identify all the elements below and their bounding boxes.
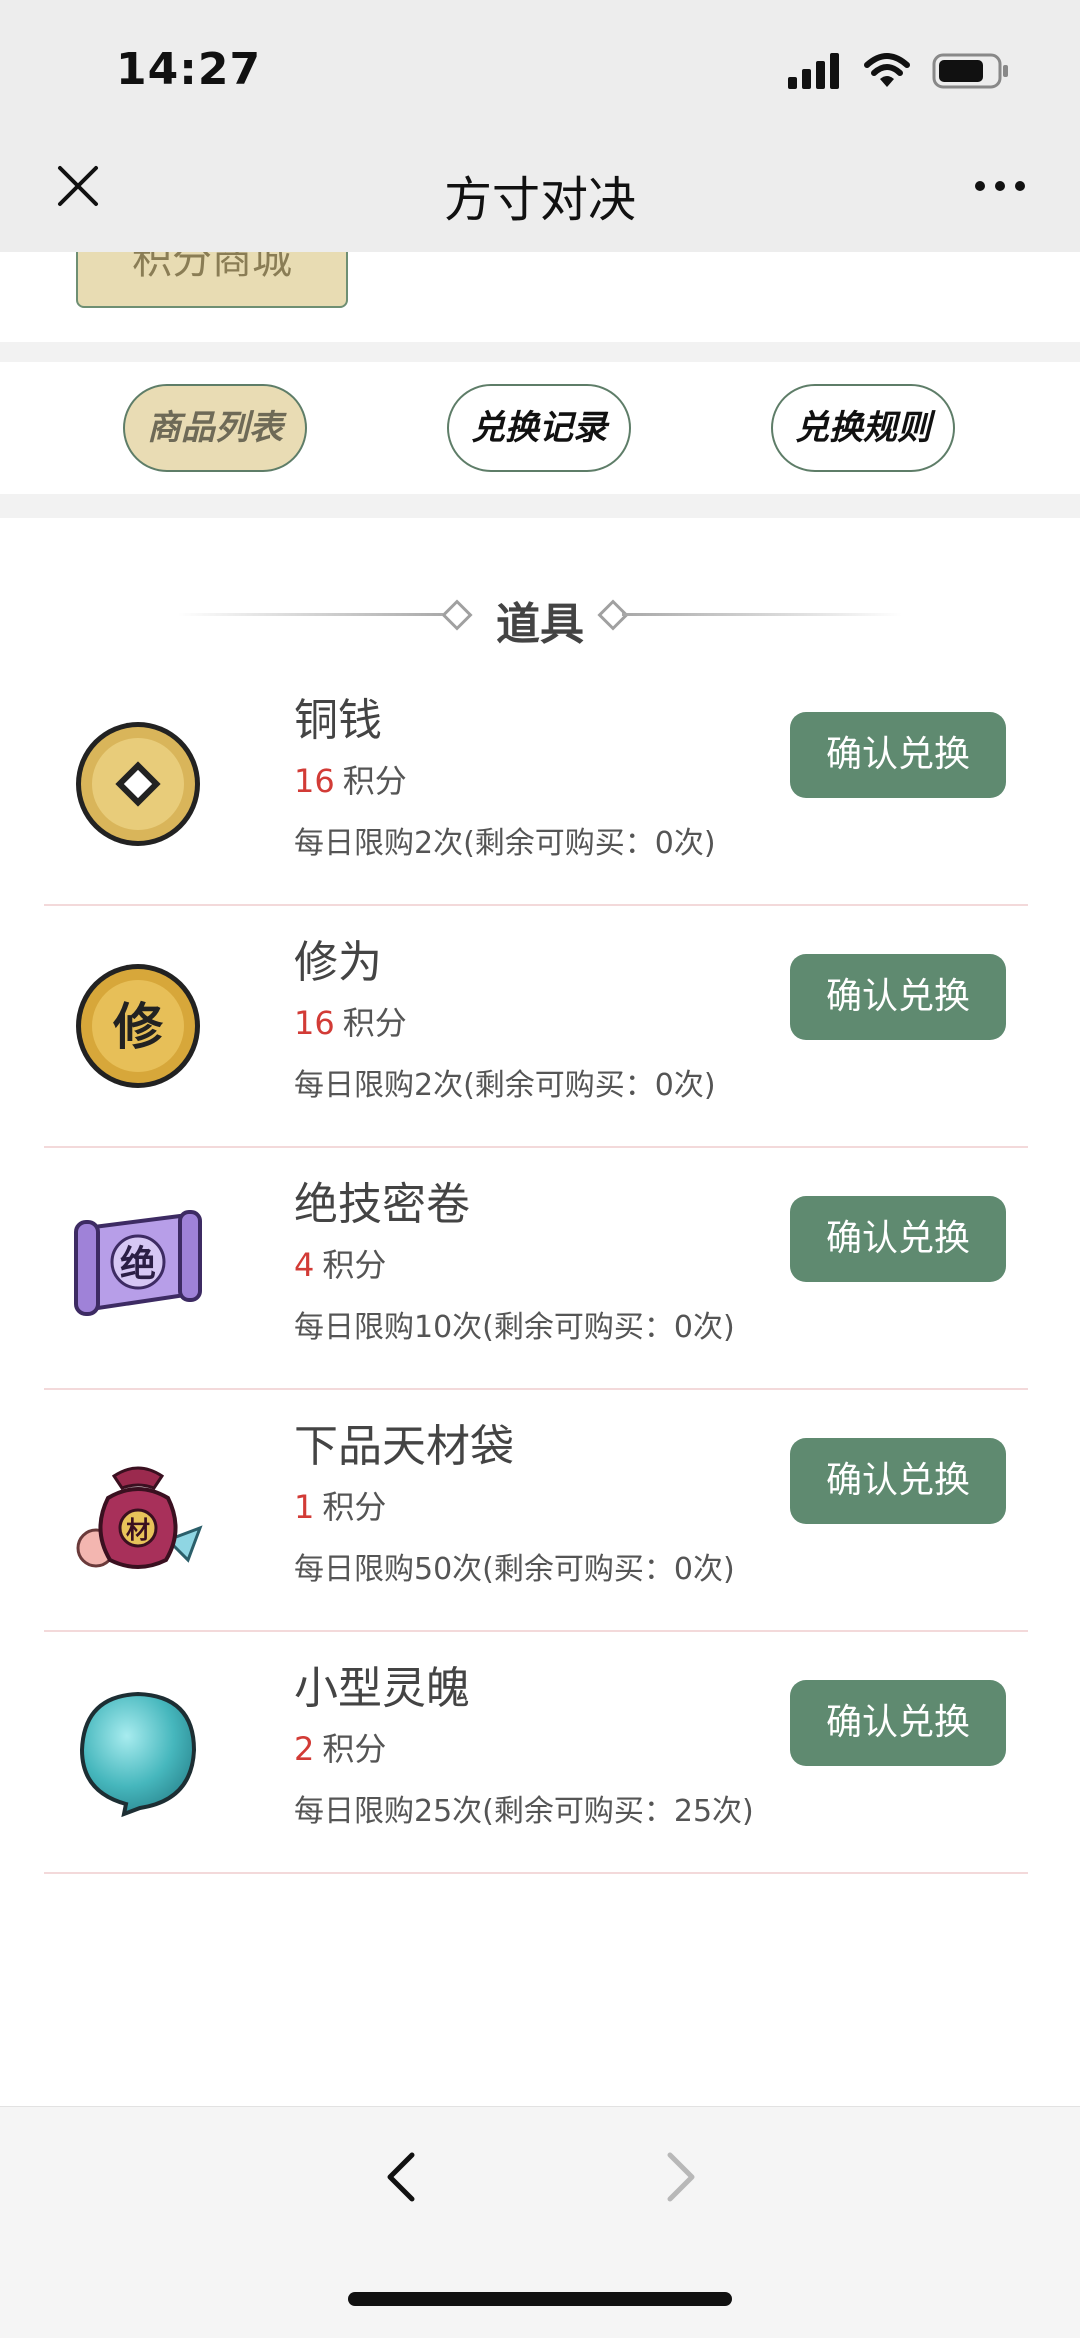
item-name: 修为: [294, 937, 382, 988]
points-unit: 积分: [322, 1730, 387, 1768]
wifi-icon: [864, 53, 910, 87]
points-value: 16: [294, 762, 335, 800]
item-points: 16 积分: [294, 756, 407, 802]
purchase-limit: 每日限购2次(剩余可购买：0次): [294, 826, 716, 861]
item-points: 2 积分: [294, 1724, 386, 1770]
page-title: 方寸对决: [443, 172, 636, 228]
points-unit: 积分: [322, 1488, 387, 1526]
copper-coin-icon: [76, 722, 200, 846]
svg-text:修: 修: [113, 998, 164, 1056]
points-unit: 积分: [322, 1246, 387, 1284]
purchase-limit: 每日限购10次(剩余可购买：0次): [294, 1310, 735, 1345]
item-points: 16 积分: [294, 998, 407, 1044]
tab-exchange-rules[interactable]: 兑换规则: [771, 384, 955, 472]
divider: [0, 494, 1080, 518]
purchase-limit: 每日限购25次(剩余可购买：25次): [294, 1794, 754, 1829]
points-value: 1: [294, 1488, 315, 1526]
item-list: 铜钱 16 积分 每日限购2次(剩余可购买：0次) 确认兑换 修 修为 16 积分 …: [44, 664, 1028, 1874]
points-value: 2: [294, 1730, 315, 1768]
svg-text:材: 材: [126, 1516, 150, 1544]
item-name: 铜钱: [294, 695, 382, 746]
item-name: 小型灵魄: [294, 1663, 470, 1714]
tab-exchange-history[interactable]: 兑换记录: [447, 384, 631, 472]
item-points: 1 积分: [294, 1482, 386, 1528]
points-unit: 积分: [342, 762, 407, 800]
confirm-exchange-button[interactable]: 确认兑换: [790, 712, 1006, 798]
divider: [0, 342, 1080, 362]
scroll-icon: 绝: [74, 1210, 202, 1316]
status-icons: [788, 48, 1010, 94]
section-line-right: [622, 613, 902, 616]
confirm-exchange-button[interactable]: 确认兑换: [790, 1680, 1006, 1766]
signal-icon: [788, 53, 839, 89]
more-options-icon[interactable]: [972, 176, 1028, 196]
item-points: 4 积分: [294, 1240, 386, 1286]
cultivation-coin-icon: 修: [76, 964, 200, 1088]
material-bag-icon: 材: [76, 1466, 203, 1569]
section-header: 道具: [0, 580, 1080, 650]
points-mall-button[interactable]: 积分商城: [76, 252, 348, 308]
banner-area: 积分商城: [0, 252, 1080, 342]
svg-text:绝: 绝: [120, 1243, 156, 1285]
item-name: 绝技密卷: [294, 1179, 470, 1230]
tab-product-list[interactable]: 商品列表: [123, 384, 307, 472]
list-item: 铜钱 16 积分 每日限购2次(剩余可购买：0次) 确认兑换: [44, 664, 1028, 906]
tab-bar: 商品列表 兑换记录 兑换规则: [0, 362, 1080, 494]
item-name: 下品天材袋: [294, 1421, 514, 1472]
battery-icon: [932, 53, 1008, 89]
back-arrow-icon[interactable]: [382, 2147, 422, 2207]
top-bar: 14:27 方寸对决: [0, 0, 1080, 252]
status-time: 14:27: [116, 44, 262, 95]
list-item: 材 下品天材袋 1 积分 每日限购50次(剩余可购买：0次) 确认兑换: [44, 1390, 1028, 1632]
confirm-exchange-button[interactable]: 确认兑换: [790, 1438, 1006, 1524]
purchase-limit: 每日限购2次(剩余可购买：0次): [294, 1068, 716, 1103]
points-value: 4: [294, 1246, 315, 1284]
list-item: 小型灵魄 2 积分 每日限购25次(剩余可购买：25次) 确认兑换: [44, 1632, 1028, 1874]
list-item: 绝 绝技密卷 4 积分 每日限购10次(剩余可购买：0次) 确认兑换: [44, 1148, 1028, 1390]
points-value: 16: [294, 1004, 335, 1042]
confirm-exchange-button[interactable]: 确认兑换: [790, 1196, 1006, 1282]
list-item: 修 修为 16 积分 每日限购2次(剩余可购买：0次) 确认兑换: [44, 906, 1028, 1148]
purchase-limit: 每日限购50次(剩余可购买：0次): [294, 1552, 735, 1587]
spirit-orb-icon: [79, 1691, 197, 1818]
points-unit: 积分: [342, 1004, 407, 1042]
forward-arrow-icon[interactable]: [660, 2147, 700, 2207]
confirm-exchange-button[interactable]: 确认兑换: [790, 954, 1006, 1040]
section-title: 道具: [496, 599, 584, 650]
home-indicator[interactable]: [348, 2292, 732, 2306]
